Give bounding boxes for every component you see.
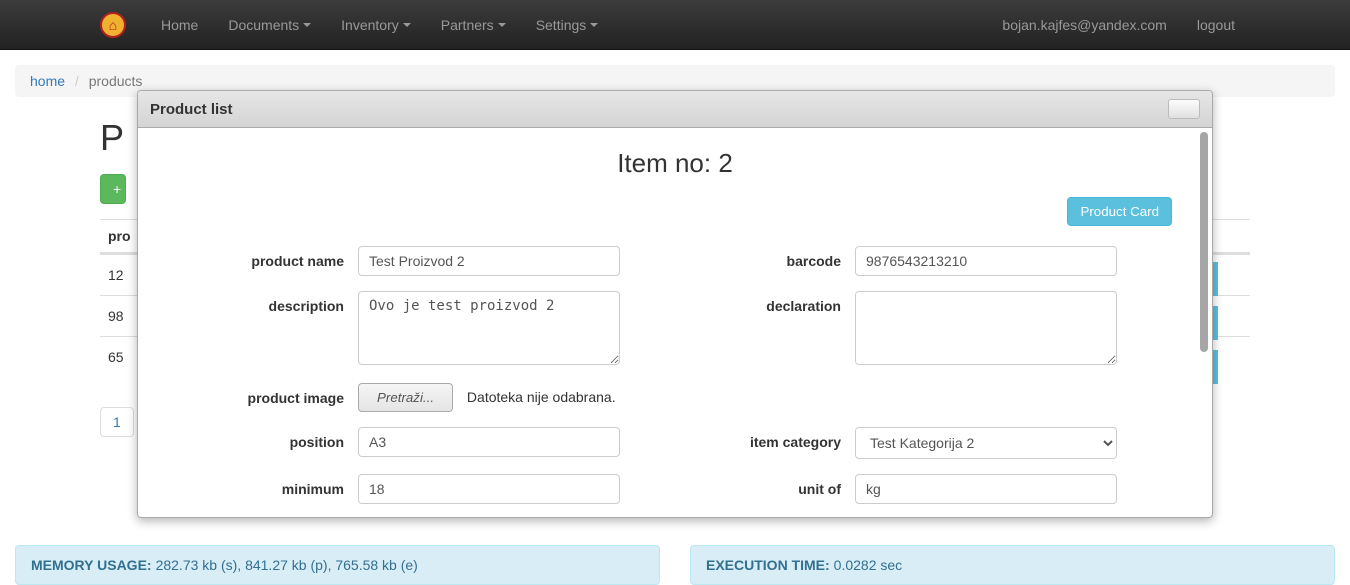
exec-value: 0.0282 sec	[834, 557, 903, 573]
declaration-input[interactable]	[855, 291, 1117, 365]
label-position: position	[178, 427, 358, 450]
product-list-modal: Product list Item no: 2 Product Card pro…	[137, 90, 1213, 518]
minimum-input[interactable]	[358, 474, 620, 504]
nav-right: bojan.kajfes@yandex.com logout	[987, 2, 1250, 48]
nav-inventory[interactable]: Inventory	[326, 2, 426, 48]
label-unit-of: unit of	[675, 474, 855, 497]
label-minimum: minimum	[178, 474, 358, 497]
modal-close-button[interactable]	[1168, 99, 1200, 119]
product-card-button[interactable]: Product Card	[1067, 197, 1172, 226]
memory-panel: MEMORY USAGE: 282.73 kb (s), 841.27 kb (…	[15, 545, 660, 585]
nav-settings[interactable]: Settings	[521, 2, 614, 48]
breadcrumb-sep: /	[69, 73, 85, 89]
nav-left: Home Documents Inventory Partners Settin…	[146, 2, 613, 48]
item-category-select[interactable]: Test Kategorija 2	[855, 427, 1117, 459]
modal-titlebar[interactable]: Product list	[138, 91, 1212, 128]
label-product-name: product name	[178, 246, 358, 269]
label-description: description	[178, 291, 358, 314]
label-barcode: barcode	[675, 246, 855, 269]
unit-of-input[interactable]	[855, 474, 1117, 504]
label-item-category: item category	[675, 427, 855, 450]
label-product-image: product image	[178, 383, 358, 406]
caret-icon	[403, 23, 411, 27]
nav-user[interactable]: bojan.kajfes@yandex.com	[987, 2, 1181, 48]
add-button[interactable]: +	[100, 174, 126, 204]
file-browse-button[interactable]: Pretraži...	[358, 383, 453, 412]
pagination-page[interactable]: 1	[100, 407, 134, 437]
item-heading: Item no: 2	[178, 148, 1172, 179]
debug-footer: MEMORY USAGE: 282.73 kb (s), 841.27 kb (…	[15, 545, 1335, 585]
nav-logout[interactable]: logout	[1182, 2, 1250, 48]
label-declaration: declaration	[675, 291, 855, 314]
product-form: product name barcode description declara…	[178, 246, 1172, 504]
modal-body: Item no: 2 Product Card product name bar…	[138, 128, 1212, 517]
modal-title-text: Product list	[150, 101, 233, 118]
memory-value: 282.73 kb (s), 841.27 kb (p), 765.58 kb …	[156, 557, 418, 573]
exec-label: EXECUTION TIME:	[706, 557, 830, 573]
nav-partners[interactable]: Partners	[426, 2, 521, 48]
position-input[interactable]	[358, 427, 620, 457]
caret-icon	[498, 23, 506, 27]
exec-panel: EXECUTION TIME: 0.0282 sec	[690, 545, 1335, 585]
breadcrumb-current: products	[89, 73, 143, 89]
nav-home[interactable]: Home	[146, 2, 213, 48]
brand-logo[interactable]: ⌂	[100, 12, 126, 38]
breadcrumb-home[interactable]: home	[30, 73, 65, 89]
product-name-input[interactable]	[358, 246, 620, 276]
navbar: ⌂ Home Documents Inventory Partners Sett…	[0, 0, 1350, 50]
memory-label: MEMORY USAGE:	[31, 557, 152, 573]
modal-scrollbar[interactable]	[1200, 132, 1208, 513]
barcode-input[interactable]	[855, 246, 1117, 276]
nav-documents[interactable]: Documents	[213, 2, 326, 48]
caret-icon	[303, 23, 311, 27]
caret-icon	[590, 23, 598, 27]
modal-scroll-thumb[interactable]	[1200, 132, 1208, 352]
description-input[interactable]	[358, 291, 620, 365]
file-status: Datoteka nije odabrana.	[467, 389, 616, 405]
